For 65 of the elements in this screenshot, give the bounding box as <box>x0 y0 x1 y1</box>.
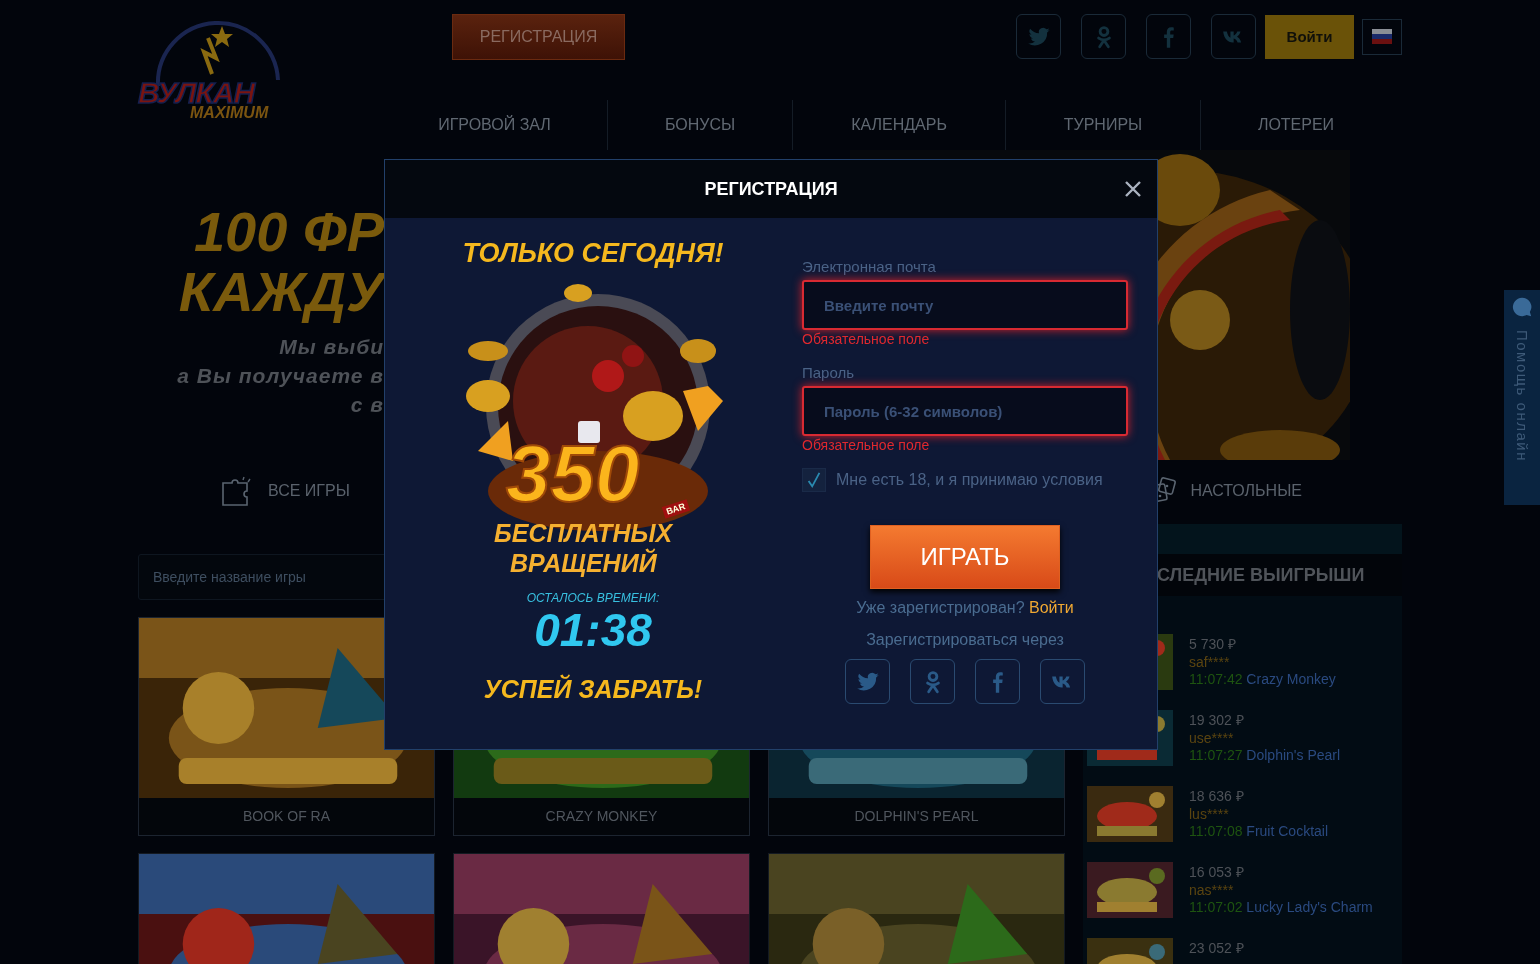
help-label: Помощь онлайн <box>1513 330 1531 462</box>
game-title: BOOK OF RA <box>241 807 332 826</box>
win-user: nas**** <box>1189 881 1235 899</box>
win-time: 11:07:42 <box>1189 671 1243 687</box>
chat-icon <box>1511 296 1533 318</box>
banner-text: а Вы получаете в <box>177 363 384 389</box>
win-amount: 23 052 ₽ <box>1189 940 1244 958</box>
game-title: DOLPHIN'S PEARL <box>853 807 980 826</box>
field-label: Электронная почта <box>802 258 937 276</box>
play-button[interactable]: ИГРАТЬ <box>870 525 1060 589</box>
promo-headline: ТОЛЬКО СЕГОДНЯ! <box>462 238 724 269</box>
nav-link[interactable]: БОНУСЫ <box>608 100 793 150</box>
promo-text: БЕСПЛАТНЫХ <box>494 519 673 548</box>
nav-link[interactable]: ИГРОВОЙ ЗАЛ <box>382 100 608 150</box>
password-field[interactable]: Пароль (6-32 символов) <box>802 386 1128 436</box>
win-game: Fruit Cocktail <box>1246 823 1329 839</box>
check-icon <box>805 471 823 489</box>
win-amount: 19 302 ₽ <box>1189 712 1245 730</box>
login-link[interactable]: Войти <box>1029 599 1074 616</box>
social-label: Зарегистрироваться через <box>866 631 1064 649</box>
error-message: Обязательное поле <box>802 331 931 347</box>
countdown-timer: 01:38 <box>534 605 652 655</box>
vk-button[interactable] <box>1040 659 1085 704</box>
banner-text: с в <box>350 392 384 418</box>
dialog-title: РЕГИСТРАЦИЯ <box>704 178 838 200</box>
win-time: 11:07:02 <box>1189 899 1243 915</box>
ok-button[interactable] <box>910 659 955 704</box>
login-prompt: Уже зарегистрирован? <box>856 599 1025 616</box>
facebook-button[interactable] <box>975 659 1020 704</box>
timer-label: ОСТАЛОСЬ ВРЕМЕНИ: <box>526 591 660 605</box>
field-label: Пароль <box>802 364 856 382</box>
error-message: Обязательное поле <box>802 437 931 453</box>
promo-number: 350 <box>506 429 640 519</box>
win-amount: 16 053 ₽ <box>1189 864 1245 882</box>
twitter-button[interactable] <box>845 659 890 704</box>
email-field[interactable]: Введите почту <box>802 280 1128 330</box>
win-game: Dolphin's Pearl <box>1246 747 1341 763</box>
banner-headline: 100 ФР <box>193 202 384 262</box>
banner-headline: КАЖДУ <box>178 262 384 322</box>
win-user: saf**** <box>1189 653 1231 671</box>
vk-button[interactable] <box>1211 14 1256 59</box>
ok-button[interactable] <box>1081 14 1126 59</box>
win-amount: 5 730 ₽ <box>1189 636 1237 654</box>
close-icon[interactable] <box>1123 179 1143 199</box>
register-button[interactable]: РЕГИСТРАЦИЯ <box>452 14 625 60</box>
win-game: Crazy Monkey <box>1246 671 1336 687</box>
game-title: CRAZY MONKEY <box>544 807 659 826</box>
twitter-button[interactable] <box>1016 14 1061 59</box>
promo-text: ВРАЩЕНИЙ <box>510 549 657 578</box>
flag-icon[interactable] <box>1362 18 1402 55</box>
consent-checkbox[interactable] <box>802 468 826 492</box>
consent-label: Мне есть 18, и я принимаю условия <box>836 471 1103 489</box>
help-tab[interactable]: Помощь онлайн <box>1504 290 1540 505</box>
win-game: Lucky Lady's Charm <box>1246 899 1373 915</box>
win-user: lus**** <box>1189 805 1230 823</box>
nav-link[interactable]: ЛОТЕРЕИ <box>1201 100 1391 150</box>
promo-call-to-action: УСПЕЙ ЗАБРАТЬ! <box>483 675 703 704</box>
win-user: use**** <box>1189 729 1235 747</box>
win-amount: 18 636 ₽ <box>1189 788 1245 806</box>
category-tab[interactable]: ВСЕ ИГРЫ <box>220 475 350 507</box>
login-button[interactable]: Войти <box>1265 14 1354 59</box>
win-time: 11:07:08 <box>1189 823 1243 839</box>
facebook-button[interactable] <box>1146 14 1191 59</box>
banner-text: Мы выби <box>279 334 384 360</box>
win-time: 11:07:27 <box>1189 747 1243 763</box>
